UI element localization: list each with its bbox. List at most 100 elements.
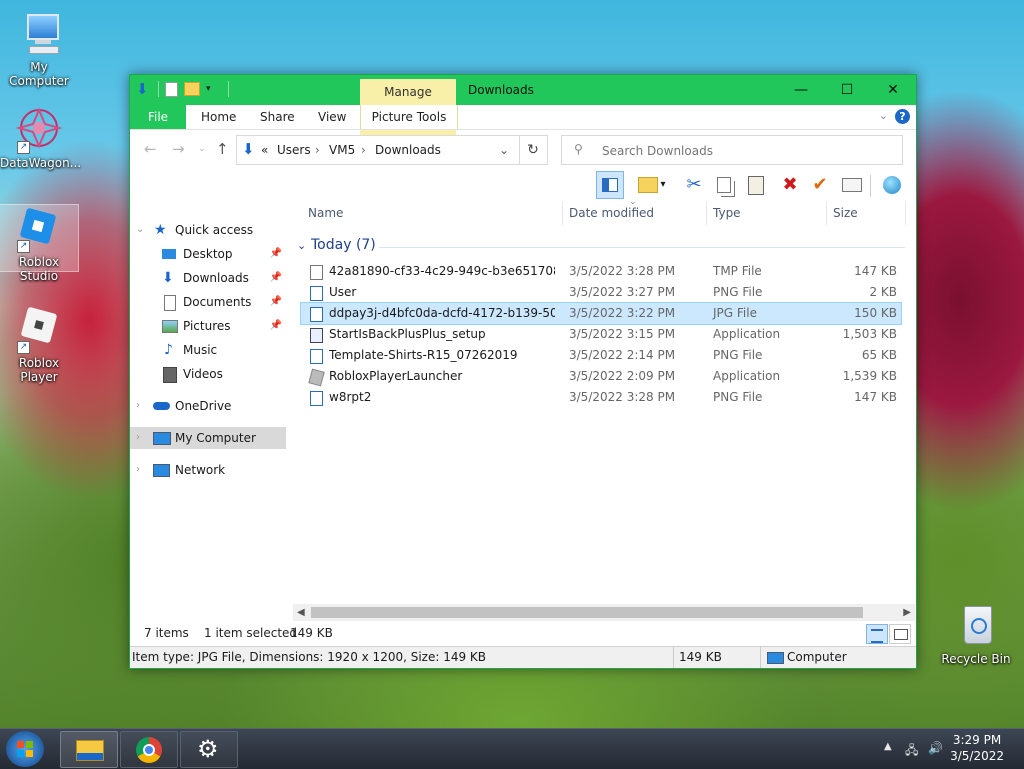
column-header-name[interactable]: Name xyxy=(308,201,343,225)
file-name: RobloxPlayerLauncher xyxy=(329,369,463,383)
nav-item-downloads[interactable]: ⬇ Downloads 📌 xyxy=(130,267,286,289)
file-row[interactable]: 42a81890-cf33-4c29-949c-b3e651708767....… xyxy=(301,261,901,282)
dropdown-arrow-icon: ▾ xyxy=(660,179,666,190)
group-divider xyxy=(379,247,905,248)
computer-small-icon xyxy=(767,652,784,664)
download-arrow-icon[interactable]: ⬇ xyxy=(136,81,152,97)
taskbar-chrome[interactable] xyxy=(120,731,178,768)
selection-size: 149 KB xyxy=(290,626,333,640)
address-bar[interactable]: ⬇ « Users › VM5 › Downloads ⌄ xyxy=(236,135,520,165)
file-list: Name Date modified ⌄ Type Size ⌄ Today (… xyxy=(293,197,911,605)
up-arrow-icon[interactable]: ↑ xyxy=(216,140,229,158)
breadcrumb-users[interactable]: Users xyxy=(277,143,311,157)
file-row[interactable]: Template-Shirts-R15_07262019 3/5/2022 2:… xyxy=(301,345,901,366)
nav-quick-access[interactable]: ⌄ ★ Quick access xyxy=(130,219,286,241)
nav-onedrive[interactable]: › OneDrive xyxy=(130,395,286,417)
group-header[interactable]: Today (7) xyxy=(311,237,376,253)
tab-home[interactable]: Home xyxy=(201,105,236,129)
details-view-button[interactable] xyxy=(866,624,888,644)
desktop-icon-recycle-bin[interactable]: Recycle Bin xyxy=(936,602,1016,666)
tab-file[interactable]: File xyxy=(130,105,186,129)
help-icon[interactable]: ? xyxy=(895,109,910,124)
file-row[interactable]: StartIsBackPlusPlus_setup 3/5/2022 3:15 … xyxy=(301,324,901,345)
pin-icon[interactable]: 📌 xyxy=(270,315,282,337)
pin-icon[interactable]: 📌 xyxy=(270,243,282,265)
delete-button[interactable]: ✖ xyxy=(776,171,804,199)
desktop-icon-roblox-studio[interactable]: ↗ Roblox Studio xyxy=(0,204,79,283)
nav-item-desktop[interactable]: Desktop 📌 xyxy=(130,243,286,265)
search-input[interactable] xyxy=(600,140,894,162)
breadcrumb-separator[interactable]: › xyxy=(361,143,366,157)
forward-arrow-icon[interactable]: → xyxy=(172,140,185,158)
desktop-icon-my-computer[interactable]: My Computer xyxy=(0,10,78,88)
file-row[interactable]: w8rpt2 3/5/2022 3:28 PM PNG File 147 KB xyxy=(301,387,901,408)
nav-item-pictures[interactable]: Pictures 📌 xyxy=(130,315,286,337)
preview-pane-button[interactable] xyxy=(596,171,624,199)
file-size: 147 KB xyxy=(854,264,897,278)
file-row[interactable]: RobloxPlayerLauncher 3/5/2022 2:09 PM Ap… xyxy=(301,366,901,387)
nav-network[interactable]: › Network xyxy=(130,459,286,481)
show-hidden-icons[interactable]: ▲ xyxy=(884,741,892,752)
collapsed-arrow-icon[interactable]: › xyxy=(136,427,140,449)
nav-item-videos[interactable]: Videos xyxy=(130,363,286,385)
new-folder-icon[interactable] xyxy=(184,82,200,96)
column-header-date[interactable]: Date modified xyxy=(569,201,654,225)
taskbar-settings[interactable]: ⚙ xyxy=(180,731,238,768)
manage-label[interactable]: Manage xyxy=(360,85,456,99)
recent-locations-icon[interactable]: ⌄ xyxy=(198,144,206,154)
start-button[interactable] xyxy=(6,731,44,767)
pin-icon[interactable]: 📌 xyxy=(270,267,282,289)
nav-my-computer[interactable]: › My Computer xyxy=(130,427,286,449)
column-header-size[interactable]: Size xyxy=(833,201,858,225)
desktop-icon-datawagon[interactable]: ↗ DataWagon... xyxy=(0,106,81,170)
file-row[interactable]: User 3/5/2022 3:27 PM PNG File 2 KB xyxy=(301,282,901,303)
file-type: JPG File xyxy=(713,306,757,320)
volume-icon[interactable]: 🔊 xyxy=(928,741,943,755)
cloud-icon xyxy=(153,402,170,410)
scroll-left-icon[interactable]: ◀ xyxy=(297,604,305,621)
tab-share[interactable]: Share xyxy=(260,105,295,129)
scroll-right-icon[interactable]: ▶ xyxy=(903,604,911,621)
network-tray-icon[interactable]: 🖧 xyxy=(905,741,918,762)
properties-button[interactable] xyxy=(838,171,866,199)
minimize-button[interactable]: — xyxy=(778,75,824,105)
customize-qat-icon[interactable]: ▾ xyxy=(206,81,222,97)
search-box[interactable]: ⚲ xyxy=(561,135,903,165)
breadcrumb-vm5[interactable]: VM5 xyxy=(329,143,355,157)
large-icons-view-button[interactable] xyxy=(889,624,911,644)
clock[interactable]: 3:29 PM 3/5/2022 xyxy=(950,732,1004,764)
tab-picture-tools[interactable]: Picture Tools xyxy=(360,105,458,129)
file-row-selected[interactable]: ddpay3j-d4bfc0da-dcfd-4172-b139-50a8... … xyxy=(300,302,902,325)
copy-button[interactable] xyxy=(710,171,738,199)
collapsed-arrow-icon[interactable]: › xyxy=(136,395,140,417)
maximize-button[interactable]: ☐ xyxy=(824,75,870,105)
column-header-type[interactable]: Type xyxy=(713,201,741,225)
breadcrumb-downloads[interactable]: Downloads xyxy=(375,143,441,157)
horizontal-scrollbar[interactable]: ◀ ▶ xyxy=(293,604,915,621)
nav-label: Pictures xyxy=(183,319,231,333)
pin-icon[interactable]: 📌 xyxy=(270,291,282,313)
expand-arrow-icon[interactable]: ⌄ xyxy=(136,219,144,241)
nav-item-documents[interactable]: Documents 📌 xyxy=(130,291,286,313)
new-folder-dropdown[interactable]: ▾ xyxy=(656,171,670,199)
rename-button[interactable]: ✔ xyxy=(806,171,834,199)
nav-item-music[interactable]: ♪ Music xyxy=(130,339,286,361)
large-icons-view-icon xyxy=(894,629,908,640)
breadcrumb-overflow[interactable]: « xyxy=(261,143,268,157)
globe-button[interactable] xyxy=(878,171,906,199)
group-collapse-icon[interactable]: ⌄ xyxy=(297,239,306,252)
breadcrumb-separator[interactable]: › xyxy=(315,143,320,157)
cut-button[interactable]: ✂ xyxy=(680,171,708,199)
scrollbar-thumb[interactable] xyxy=(311,607,863,618)
refresh-button[interactable]: ↻ xyxy=(519,135,548,165)
tab-view[interactable]: View xyxy=(318,105,346,129)
paste-button[interactable] xyxy=(742,171,770,199)
taskbar-file-explorer[interactable] xyxy=(60,731,118,768)
close-button[interactable]: ✕ xyxy=(870,75,916,105)
desktop-icon-roblox-player[interactable]: ↗ Roblox Player xyxy=(0,306,78,384)
collapsed-arrow-icon[interactable]: › xyxy=(136,459,140,481)
collapse-ribbon-icon[interactable]: ⌄ xyxy=(879,109,888,122)
properties-icon[interactable] xyxy=(165,81,178,97)
back-arrow-icon[interactable]: ← xyxy=(144,140,157,158)
address-dropdown-icon[interactable]: ⌄ xyxy=(499,143,509,157)
